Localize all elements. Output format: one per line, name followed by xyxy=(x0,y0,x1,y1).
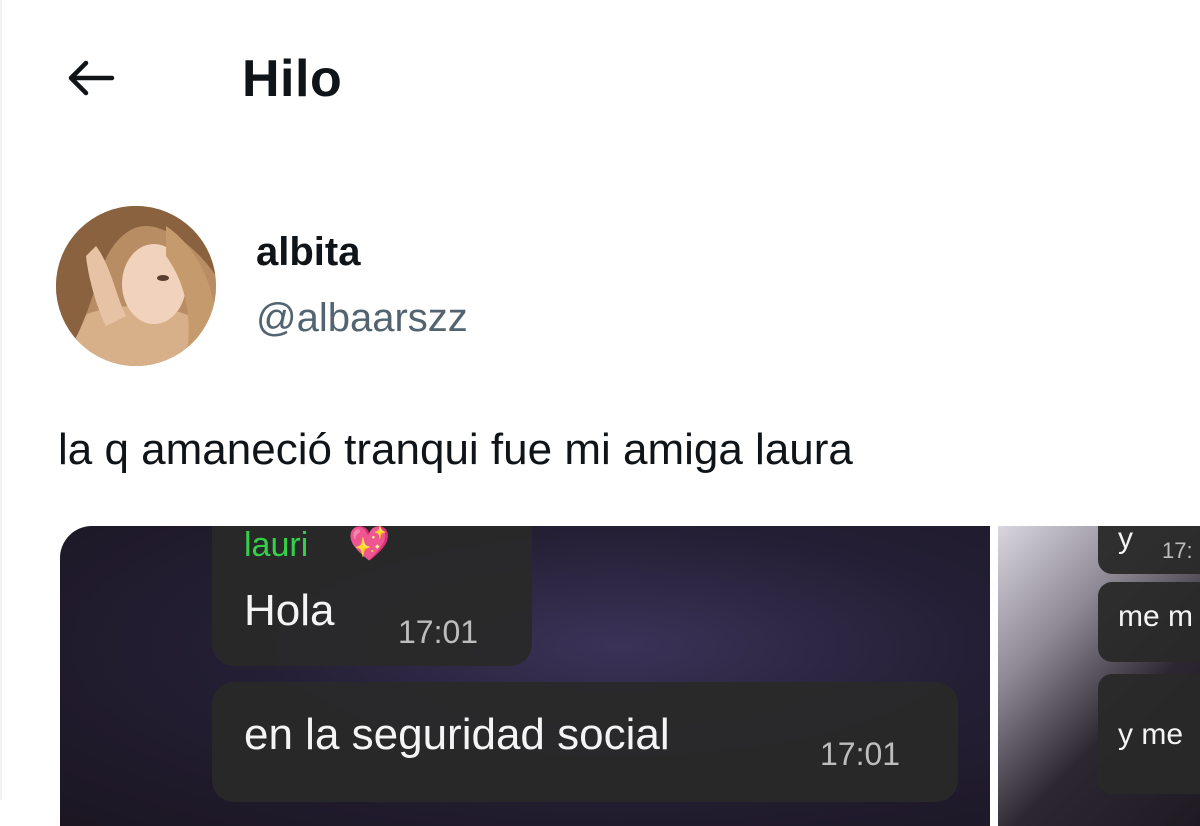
chat-message-text: Hola xyxy=(244,586,335,635)
chat-message-text: y me xyxy=(1118,718,1184,751)
page-title: Hilo xyxy=(242,50,343,108)
author-handle[interactable]: @albaarszz xyxy=(256,292,468,344)
chat-message-text: me m xyxy=(1118,600,1193,633)
heart-emoji-icon: 💖 xyxy=(348,526,391,563)
back-button[interactable] xyxy=(58,50,122,106)
avatar-photo xyxy=(56,206,216,366)
chat-message-text: en la seguridad social xyxy=(244,710,670,759)
arrow-left-icon xyxy=(68,60,115,96)
chat-message-text: y xyxy=(1118,526,1133,555)
media-image-left[interactable]: lauri 💖 Hola 17:01 en la seguridad socia… xyxy=(60,526,990,826)
media-image-right[interactable]: y 17: me m y me xyxy=(998,526,1200,826)
chat-message-time: 17:01 xyxy=(820,736,901,772)
avatar[interactable] xyxy=(56,206,216,366)
chat-message-time: 17: xyxy=(1162,538,1193,563)
column-border xyxy=(0,0,2,800)
author-display-name[interactable]: albita xyxy=(256,226,360,278)
chat-sender-name: lauri xyxy=(244,526,309,564)
tweet-text: la q amaneció tranqui fue mi amiga laura xyxy=(58,425,853,474)
chat-message-time: 17:01 xyxy=(398,614,479,650)
